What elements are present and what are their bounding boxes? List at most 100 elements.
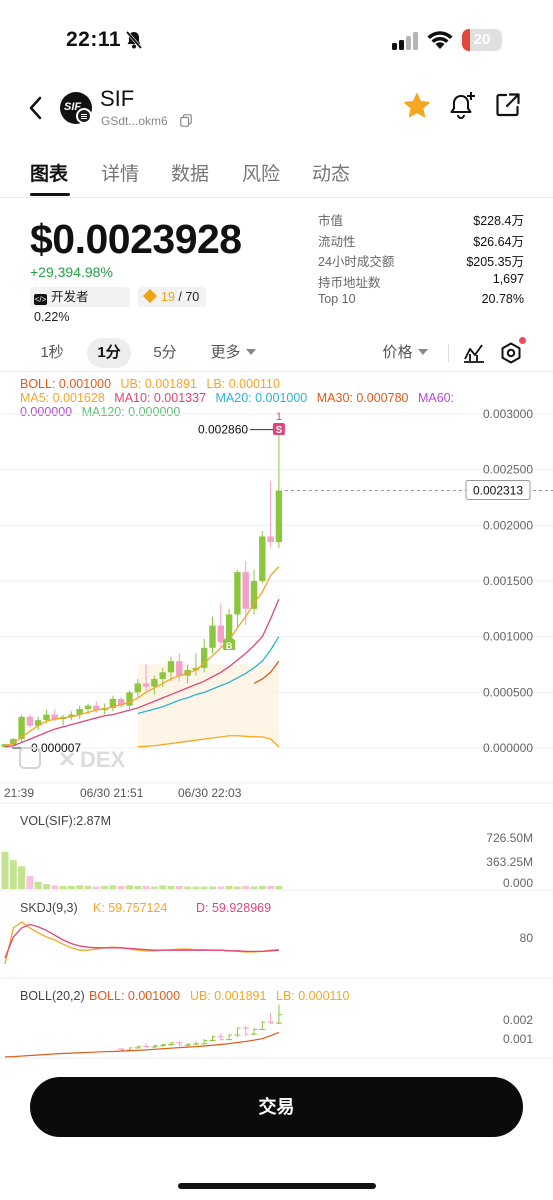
time-tick: 06/30 22:03	[178, 786, 242, 800]
price-tick: 0.003000	[483, 407, 533, 421]
sell-count: 1	[276, 411, 282, 423]
timeframe-1s[interactable]: 1秒	[30, 338, 74, 368]
volume-bar	[18, 866, 26, 889]
holders-highlight: 19	[161, 290, 175, 304]
skdj-panel: SKDJ(9,3) K: 59.757124 D: 59.928969 80	[4, 901, 534, 965]
price-type-label: 价格	[382, 344, 413, 361]
volume-bar	[43, 884, 50, 889]
stat-volume-24h: 24小时成交额 $205.35万	[318, 251, 524, 272]
volume-bar	[134, 886, 142, 889]
token-header: SIF SIF GSdt...okm6	[0, 80, 553, 138]
price-tick: 0.002000	[483, 518, 533, 532]
current-price-label: 0.002313	[473, 483, 523, 497]
candle-body	[250, 581, 258, 609]
skdj-k-line	[4, 921, 279, 965]
volume-bar	[76, 885, 84, 889]
price-axis: 0.003000 0.002500 0.002000 0.001500 0.001000…	[483, 407, 533, 755]
high-price-label: 0.002860	[198, 423, 248, 437]
stat-value: 20.78%	[481, 292, 524, 306]
buy-marker-label: B	[226, 641, 233, 651]
volume-bar	[167, 886, 175, 889]
chart-toolbar: 1秒 1分 5分 更多 价格	[0, 336, 553, 372]
stat-liquidity: 流动性 $26.64万	[318, 231, 524, 252]
candle-body	[126, 692, 133, 706]
volume-bar	[275, 886, 283, 889]
volume-bar	[200, 886, 208, 889]
skdj-title: SKDJ(9,3)	[20, 901, 78, 915]
volume-bar	[67, 886, 75, 889]
volume-panel: VOL(SIF):2.87M 726.50M 363.25M 0.000	[1, 814, 533, 890]
indicator-icon[interactable]	[463, 343, 485, 363]
tab-data[interactable]: 数据	[171, 159, 209, 186]
volume-bar	[184, 886, 192, 889]
volume-bar	[258, 886, 266, 889]
candle-body	[26, 716, 34, 726]
price-change: +29,394.98%	[30, 264, 113, 280]
price-tick: 0.001000	[483, 630, 533, 644]
price-tick: 0.001500	[483, 574, 533, 588]
timeframe-5m[interactable]: 5分	[143, 338, 187, 368]
share-icon[interactable]	[495, 92, 521, 118]
chevron-down-icon	[245, 349, 256, 355]
volume-bar	[267, 886, 275, 889]
volume-bar	[26, 875, 34, 889]
volume-bar	[209, 886, 216, 889]
stat-label: 流动性	[318, 234, 356, 249]
boll-panel-title: BOLL(20,2)	[20, 989, 85, 1003]
copy-icon[interactable]	[180, 114, 192, 127]
candle-body	[176, 661, 183, 676]
stat-label: 市值	[318, 214, 344, 228]
stat-value: $26.64万	[473, 234, 524, 249]
settings-icon[interactable]	[500, 342, 522, 364]
price-tick: 0.000000	[483, 741, 533, 755]
star-icon[interactable]	[402, 91, 432, 121]
holders-chip[interactable]: 19 / 70	[138, 287, 206, 307]
candle-body	[142, 683, 150, 687]
tab-chart[interactable]: 图表	[30, 159, 68, 186]
boll-panel-tick: 0.002	[503, 1013, 533, 1027]
chain-badge-icon	[76, 108, 92, 124]
candle-body	[267, 536, 274, 543]
candle-body	[159, 672, 166, 679]
token-symbol: SIF	[100, 86, 135, 111]
volume-bar	[101, 886, 109, 889]
back-icon[interactable]	[26, 94, 46, 122]
volume-tick: 726.50M	[486, 831, 533, 845]
boll-panel-boll: BOLL: 0.001000	[89, 989, 180, 1003]
developer-chip[interactable]: </> 开发者 0.22%	[30, 287, 130, 324]
developer-icon: </>	[34, 294, 47, 305]
stat-holders: 持币地址数 1,697	[318, 272, 524, 293]
skdj-tick: 80	[520, 931, 534, 945]
skdj-d-line	[4, 923, 279, 959]
price-alert-icon[interactable]	[449, 91, 477, 121]
timeframe-more-label: 更多	[210, 344, 241, 361]
tab-activity[interactable]: 动态	[312, 159, 350, 186]
volume-bar	[34, 881, 42, 889]
watermark-text: DEX	[80, 747, 126, 772]
wifi-icon	[427, 31, 453, 49]
volume-bar	[150, 886, 158, 889]
stat-label: 24小时成交额	[318, 255, 395, 269]
kline-chart[interactable]: 0.003000 0.002500 0.002000 0.001500 0.001000…	[0, 370, 553, 1060]
stat-value: 1,697	[492, 271, 524, 286]
volume-bar	[117, 886, 125, 889]
tab-details[interactable]: 详情	[101, 159, 139, 186]
timeframe-more[interactable]: 更多	[203, 338, 263, 368]
timeframe-1m[interactable]: 1分	[87, 338, 131, 368]
skdj-k-value: K: 59.757124	[93, 901, 167, 915]
stat-value: $205.35万	[466, 255, 524, 269]
volume-bar	[217, 886, 225, 889]
volume-bar	[109, 885, 117, 889]
trade-button[interactable]: 交易	[30, 1077, 523, 1137]
price-type-select[interactable]: 价格	[374, 338, 436, 368]
candle-body	[209, 625, 216, 648]
tab-risk[interactable]: 风险	[242, 159, 280, 186]
volume-bar	[142, 886, 150, 889]
candle-body	[259, 536, 266, 581]
candle-body	[275, 490, 283, 543]
battery-icon: 20	[462, 29, 502, 51]
volume-bar	[233, 886, 241, 889]
candle-body	[234, 572, 241, 615]
candle-body	[134, 683, 141, 693]
volume-bar	[192, 886, 200, 889]
